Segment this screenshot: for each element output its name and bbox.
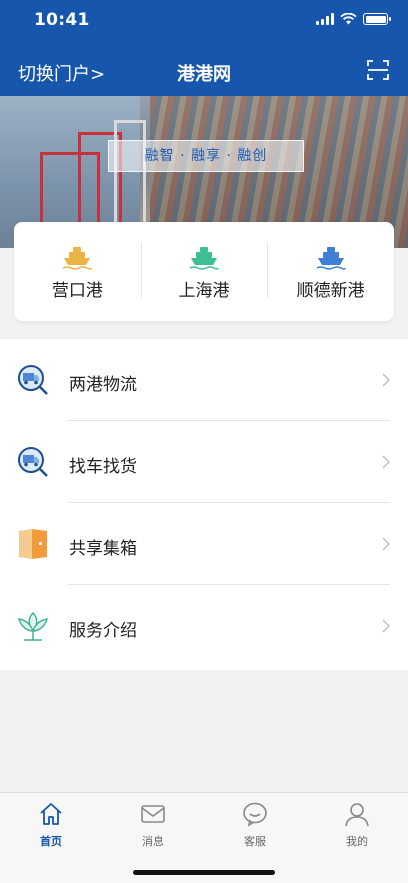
home-icon bbox=[40, 803, 62, 825]
tab-messages[interactable]: 消息 bbox=[123, 801, 183, 849]
status-time: 10:41 bbox=[34, 10, 90, 30]
banner-slogan: 融智 · 融享 · 融创 bbox=[108, 140, 304, 172]
service-menu: 两港物流 找车找货 共享集箱 服务介绍 bbox=[0, 339, 408, 670]
tab-label: 消息 bbox=[142, 835, 164, 848]
home-indicator bbox=[133, 870, 275, 875]
chevron-right-icon bbox=[382, 619, 390, 633]
menu-item-label: 服务介绍 bbox=[69, 621, 137, 641]
wifi-icon bbox=[340, 13, 357, 25]
chevron-right-icon bbox=[382, 455, 390, 469]
ship-icon bbox=[316, 247, 346, 270]
mail-icon bbox=[141, 805, 165, 823]
truck-search-icon bbox=[18, 365, 48, 395]
tab-home[interactable]: 首页 bbox=[21, 801, 81, 849]
lotus-icon bbox=[17, 611, 49, 641]
ship-icon bbox=[189, 247, 219, 270]
tab-label: 客服 bbox=[244, 835, 266, 848]
port-yingkou[interactable]: 营口港 bbox=[14, 222, 141, 321]
cellular-signal-icon bbox=[316, 13, 334, 25]
port-label: 顺德新港 bbox=[296, 281, 365, 301]
tab-profile[interactable]: 我的 bbox=[327, 801, 387, 849]
truck-search-icon bbox=[18, 447, 48, 477]
port-selector: 营口港 上海港 顺德新港 bbox=[14, 222, 394, 321]
menu-item-shared-container[interactable]: 共享集箱 bbox=[0, 503, 408, 585]
menu-item-logistics[interactable]: 两港物流 bbox=[0, 339, 408, 421]
menu-item-label: 共享集箱 bbox=[69, 539, 137, 559]
port-shanghai[interactable]: 上海港 bbox=[140, 222, 268, 321]
chat-icon bbox=[243, 802, 267, 827]
container-icon bbox=[19, 529, 47, 559]
battery-icon bbox=[363, 13, 391, 25]
port-shunde[interactable]: 顺德新港 bbox=[267, 222, 394, 321]
nav-bar: 切换门户> 港港网 bbox=[0, 48, 408, 94]
tab-label: 我的 bbox=[346, 835, 368, 848]
app-header: 10:41 切换门户> 港港网 bbox=[0, 0, 408, 96]
page-title: 港港网 bbox=[177, 64, 231, 85]
scan-icon[interactable] bbox=[366, 58, 390, 82]
chevron-right-icon bbox=[382, 373, 390, 387]
user-icon bbox=[345, 803, 369, 827]
menu-item-service-intro[interactable]: 服务介绍 bbox=[0, 585, 408, 667]
port-label: 上海港 bbox=[178, 281, 230, 301]
tab-label: 首页 bbox=[40, 835, 62, 848]
port-label: 营口港 bbox=[51, 281, 103, 301]
status-icons bbox=[316, 13, 391, 25]
menu-item-label: 找车找货 bbox=[69, 457, 137, 477]
status-bar: 10:41 bbox=[0, 0, 408, 44]
chevron-right-icon bbox=[382, 537, 390, 551]
menu-item-find-truck[interactable]: 找车找货 bbox=[0, 421, 408, 503]
tab-customer-service[interactable]: 客服 bbox=[225, 801, 285, 849]
ship-icon bbox=[62, 247, 93, 270]
menu-item-label: 两港物流 bbox=[69, 375, 137, 395]
